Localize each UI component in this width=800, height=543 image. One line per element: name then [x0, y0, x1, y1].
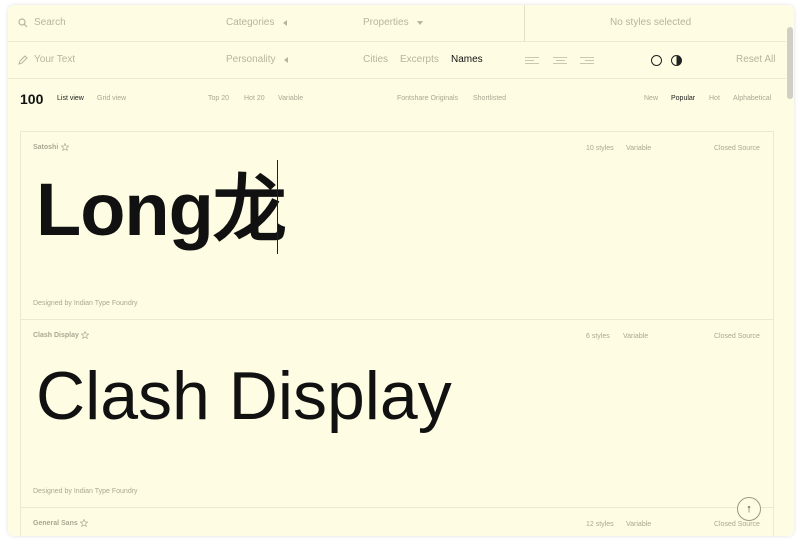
styles-count: 6 styles — [586, 333, 610, 340]
text-mode-names[interactable]: Names — [451, 54, 483, 66]
license-label: Closed Source — [714, 521, 760, 528]
align-center-icon[interactable] — [553, 57, 567, 65]
scrollbar-thumb[interactable] — [787, 27, 793, 99]
sort-new[interactable]: New — [644, 94, 658, 103]
align-left-icon[interactable] — [525, 57, 539, 65]
styles-count: 10 styles — [586, 145, 614, 152]
grid-view-toggle[interactable]: Grid view — [97, 94, 126, 103]
contrast-theme-icon[interactable] — [671, 55, 682, 66]
sort-hot[interactable]: Hot — [709, 94, 720, 103]
caret-left-icon — [283, 20, 287, 26]
star-icon[interactable] — [61, 143, 69, 151]
properties-dropdown[interactable]: Properties — [363, 17, 409, 29]
arrow-up-icon: ↑ — [746, 503, 752, 515]
reset-all-button[interactable]: Reset All — [736, 54, 775, 66]
personality-dropdown[interactable]: Personality — [226, 54, 275, 66]
variable-badge: Variable — [623, 333, 649, 340]
font-name[interactable]: Clash Display — [33, 332, 79, 339]
text-cursor — [277, 160, 278, 254]
font-card-clash-display[interactable]: Clash Display 6 styles Variable Closed S… — [20, 319, 774, 508]
sort-alphabetical[interactable]: Alphabetical — [733, 94, 771, 103]
filter-hot-20[interactable]: Hot 20 — [244, 94, 265, 103]
font-count: 100 — [20, 91, 44, 107]
font-sample-text[interactable]: Clash Display — [36, 354, 452, 438]
search-icon — [18, 18, 28, 28]
divider — [524, 5, 525, 42]
filter-shortlisted[interactable]: Shortlisted — [473, 94, 506, 103]
search-input[interactable]: Search — [34, 17, 66, 29]
text-mode-excerpts[interactable]: Excerpts — [400, 54, 439, 66]
license-label: Closed Source — [714, 333, 760, 340]
styles-selection-status: No styles selected — [610, 17, 692, 28]
your-text-input[interactable]: Your Text — [34, 54, 75, 66]
star-icon[interactable] — [80, 519, 88, 527]
font-card-general-sans[interactable]: General Sans 12 styles Variable Closed S… — [20, 507, 774, 536]
categories-dropdown[interactable]: Categories — [226, 17, 274, 29]
sort-popular[interactable]: Popular — [671, 94, 695, 103]
font-name[interactable]: General Sans — [33, 520, 78, 527]
font-sample-text[interactable]: Long龙 — [36, 168, 287, 252]
font-name[interactable]: Satoshi — [33, 144, 58, 151]
pencil-icon — [18, 55, 28, 65]
styles-count: 12 styles — [586, 521, 614, 528]
text-mode-cities[interactable]: Cities — [363, 54, 388, 66]
filter-bar: Search Categories Properties No styles s… — [8, 5, 786, 42]
text-options-bar: Your Text Personality Cities Excerpts Na… — [8, 42, 786, 79]
license-label: Closed Source — [714, 145, 760, 152]
variable-badge: Variable — [626, 521, 652, 528]
app-window: Search Categories Properties No styles s… — [8, 5, 794, 536]
align-right-icon[interactable] — [580, 57, 594, 65]
list-view-toggle[interactable]: List view — [57, 94, 84, 103]
scroll-to-top-button[interactable]: ↑ — [737, 497, 761, 521]
caret-down-icon — [417, 21, 423, 25]
font-card-satoshi[interactable]: Satoshi 10 styles Variable Closed Source… — [20, 131, 774, 320]
filter-top-20[interactable]: Top 20 — [208, 94, 229, 103]
star-icon[interactable] — [81, 331, 89, 339]
light-theme-icon[interactable] — [651, 55, 662, 66]
designer-credit: Designed by Indian Type Foundry — [33, 300, 138, 307]
caret-left-icon — [284, 57, 288, 63]
scrollbar[interactable] — [786, 5, 794, 536]
filter-fontshare-originals[interactable]: Fontshare Originals — [397, 94, 458, 103]
variable-badge: Variable — [626, 145, 652, 152]
designer-credit: Designed by Indian Type Foundry — [33, 488, 138, 495]
filter-variable[interactable]: Variable — [278, 94, 303, 103]
